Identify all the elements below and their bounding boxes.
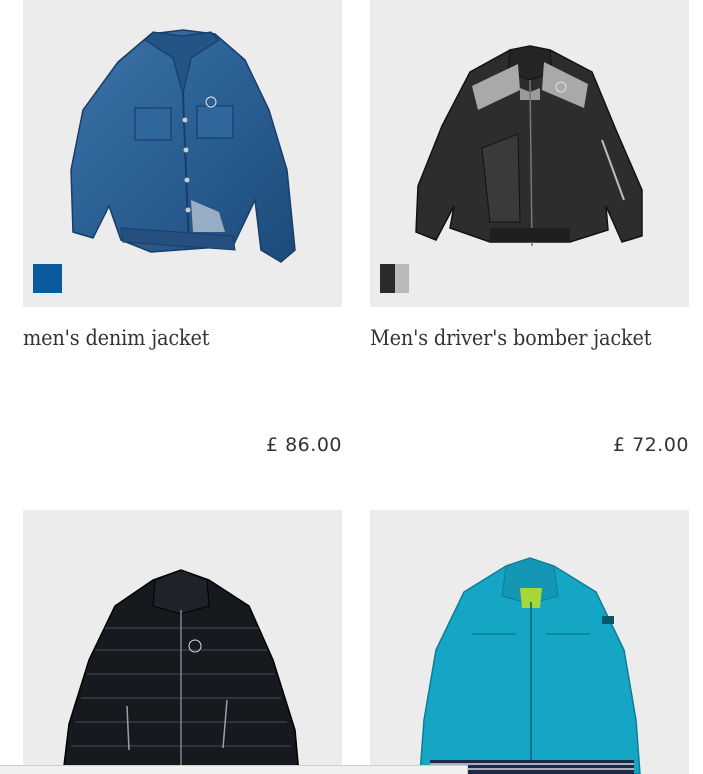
denim-jacket-image — [70, 29, 296, 263]
bomber-jacket-image — [415, 45, 643, 247]
product-image[interactable] — [23, 0, 342, 307]
product-title[interactable]: Men's driver's bomber jacket — [370, 326, 652, 350]
color-swatch[interactable] — [33, 264, 62, 293]
product-card[interactable] — [23, 510, 342, 774]
product-title[interactable]: men's denim jacket — [23, 326, 210, 350]
product-image[interactable] — [370, 510, 689, 774]
product-image[interactable] — [23, 510, 342, 774]
turquoise-jacket-image — [419, 557, 641, 774]
black-quilted-jacket-image — [62, 569, 300, 774]
product-card[interactable] — [370, 510, 689, 774]
product-price: £ 86.00 — [265, 434, 342, 456]
product-card[interactable]: Men's driver's bomber jacket £ 72.00 — [370, 0, 689, 456]
product-card[interactable]: men's denim jacket £ 86.00 — [23, 0, 342, 456]
color-swatches — [33, 264, 62, 293]
color-swatches — [380, 264, 409, 293]
color-swatch[interactable] — [380, 264, 409, 293]
product-price: £ 72.00 — [612, 434, 689, 456]
browser-status-bar — [0, 765, 468, 774]
product-image[interactable] — [370, 0, 689, 307]
